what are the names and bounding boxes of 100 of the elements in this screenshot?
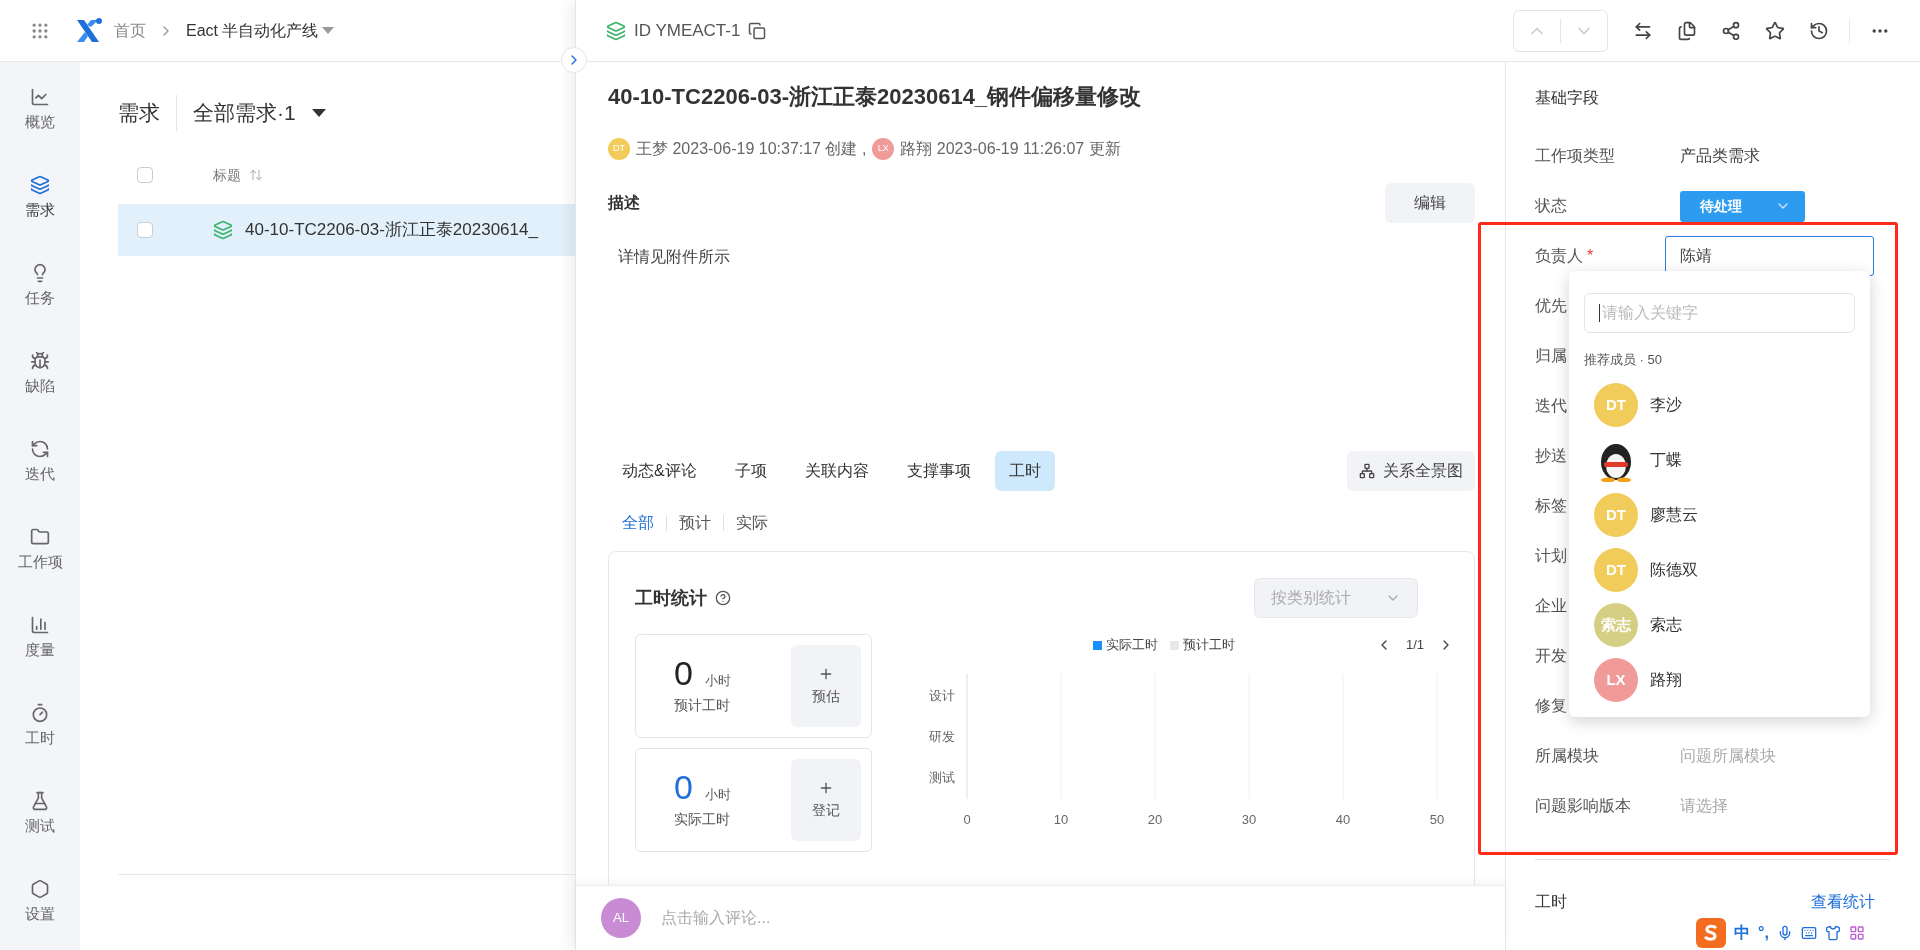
breadcrumb-link[interactable]: 首页 — [114, 18, 146, 43]
logo-icon[interactable] — [74, 16, 102, 45]
sidebar-item[interactable]: 工作项 — [0, 506, 80, 594]
field-label: 工时 — [1535, 892, 1567, 912]
stat-action-button[interactable]: 登记 — [791, 759, 861, 841]
field-label: 所属模块 — [1535, 746, 1599, 766]
hierarchy-icon — [1359, 463, 1375, 479]
category-label: 设计 — [929, 688, 955, 703]
required-mark: * — [1587, 246, 1594, 266]
stat-label: 实际工时 — [674, 809, 731, 829]
convert-icon[interactable] — [1633, 20, 1653, 41]
checkbox[interactable] — [137, 167, 153, 183]
member-option[interactable]: DT 李沙 — [1584, 377, 1855, 433]
sidebar-item[interactable]: 工时 — [0, 682, 80, 770]
axis-tick-label: 20 — [1147, 812, 1163, 827]
help-icon[interactable] — [715, 590, 731, 606]
member-option[interactable]: DT 陈德双 — [1584, 542, 1855, 598]
sidebar-icon — [30, 438, 50, 459]
field-label: 标签 — [1535, 496, 1567, 516]
avatar: LX — [1594, 658, 1638, 702]
sidebar-item[interactable]: 需求 — [0, 154, 80, 242]
edit-button[interactable]: 编辑 — [1385, 183, 1475, 223]
duplicate-icon[interactable] — [1677, 20, 1697, 41]
member-name: 丁蝶 — [1650, 450, 1682, 470]
member-name: 李沙 — [1650, 395, 1682, 415]
ime-mode[interactable]: °, — [1758, 921, 1769, 945]
sidebar-icon — [30, 86, 50, 107]
field-label: 状态 — [1535, 196, 1567, 216]
sidebar-icon — [30, 702, 50, 723]
avatar: DT — [1594, 493, 1638, 537]
sidebar-icon — [30, 878, 50, 899]
collapse-toggle[interactable] — [561, 47, 587, 73]
member-option[interactable]: LX 路翔 — [1584, 652, 1855, 708]
sidebar-icon — [30, 174, 50, 195]
tab[interactable]: 动态&评论 — [608, 451, 711, 491]
field-label: 归属 — [1535, 346, 1567, 366]
sidebar-item[interactable]: 设置 — [0, 858, 80, 946]
axis-tick-label: 10 — [1053, 812, 1069, 827]
checkbox[interactable] — [137, 222, 153, 238]
sidebar-icon — [30, 350, 50, 371]
section-label: 描述 — [608, 193, 640, 213]
subtab[interactable]: 全部 — [622, 511, 654, 535]
tab[interactable]: 子项 — [720, 451, 781, 491]
item-title: 40-10-TC2206-03-浙江正泰20230614_钢件偏移量修改 — [608, 83, 1143, 111]
sidebar-icon — [30, 614, 50, 635]
sidebar-item[interactable]: 缺陷 — [0, 330, 80, 418]
history-icon[interactable] — [1809, 20, 1829, 41]
project-name[interactable]: Eact 半自动化产线 — [186, 18, 319, 43]
grid-icon[interactable] — [1848, 925, 1865, 941]
avatar: LX — [872, 138, 895, 160]
field-label: 优先 — [1535, 296, 1567, 316]
stat-label: 预计工时 — [674, 695, 731, 715]
tab[interactable]: 关联内容 — [790, 451, 883, 491]
category-label: 测试 — [929, 770, 955, 785]
legend-label: 预计工时 — [1182, 636, 1235, 655]
tab[interactable]: 工时 — [994, 451, 1055, 491]
sidebar-icon — [30, 790, 50, 811]
star-icon[interactable] — [1765, 20, 1785, 41]
table-row[interactable]: 40-10-TC2206-03-浙江正泰20230614_ — [118, 204, 575, 256]
subtab[interactable]: 实际 — [736, 511, 768, 535]
sidebar-icon — [30, 526, 50, 547]
member-name: 陈德双 — [1650, 560, 1698, 580]
row-title[interactable]: 40-10-TC2206-03-浙江正泰20230614_ — [245, 217, 538, 243]
sidebar-item[interactable]: 迭代 — [0, 418, 80, 506]
field-label: 修复 — [1535, 696, 1567, 716]
avatar: DT — [1594, 383, 1638, 427]
relation-map-button[interactable]: 关系全景图 — [1347, 451, 1475, 491]
field-label: 开发 — [1535, 646, 1567, 666]
card-title: 工时统计 — [635, 586, 707, 610]
member-name: 廖慧云 — [1650, 505, 1698, 525]
stat-value: 0 — [674, 770, 693, 805]
member-option[interactable]: DT 廖慧云 — [1584, 487, 1855, 543]
ime-mode[interactable]: 中 — [1734, 921, 1750, 945]
tab[interactable]: 支撑事项 — [892, 451, 985, 491]
avatar: 索志 — [1594, 603, 1638, 647]
field-label: 负责人 — [1535, 246, 1583, 266]
share-icon[interactable] — [1721, 20, 1741, 41]
sidebar-item[interactable]: 度量 — [0, 594, 80, 682]
column-header[interactable]: 标题 — [213, 164, 241, 186]
sidebar-item[interactable]: 概览 — [0, 66, 80, 154]
member-name: 路翔 — [1650, 670, 1682, 690]
layers-icon — [606, 20, 626, 41]
subtab[interactable]: 预计 — [679, 511, 711, 535]
category-label: 研发 — [929, 729, 955, 744]
sidebar-item[interactable]: 任务 — [0, 242, 80, 330]
member-option[interactable]: 丁蝶 — [1584, 432, 1855, 488]
member-option[interactable]: 索志 索志 — [1584, 597, 1855, 653]
view-stats-link[interactable]: 查看统计 — [1811, 890, 1875, 914]
copy-icon[interactable] — [748, 21, 767, 40]
axis-tick-label: 40 — [1335, 812, 1351, 827]
sidebar-item[interactable]: 测试 — [0, 770, 80, 858]
page-title: 需求 — [118, 100, 160, 127]
stat-action-button[interactable]: 预估 — [791, 645, 861, 727]
view-selector[interactable]: 全部需求·1 — [193, 97, 296, 129]
stat-value: 0 — [674, 656, 693, 691]
axis-tick-label: 30 — [1241, 812, 1257, 827]
caret-icon[interactable] — [311, 108, 326, 118]
avatar: DT — [1594, 548, 1638, 592]
shirt-icon[interactable] — [1824, 925, 1841, 941]
keyboard-icon[interactable] — [1800, 925, 1817, 941]
